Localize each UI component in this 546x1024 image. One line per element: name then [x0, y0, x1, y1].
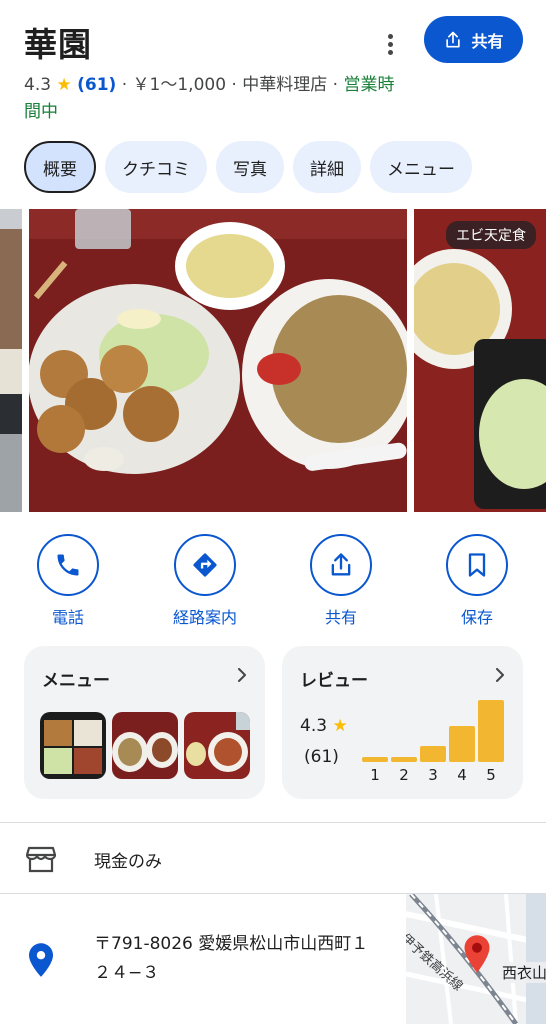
- review-rating: 4.3 ★: [300, 716, 348, 736]
- place-meta: 4.3 ★ (61) · ￥1～1,000 · 中華料理店 · 営業時間中: [24, 72, 404, 126]
- call-button[interactable]: 電話: [18, 534, 118, 628]
- star-icon: ★: [332, 716, 348, 736]
- more-options-icon[interactable]: [372, 26, 408, 62]
- share-action-label: 共有: [324, 608, 357, 627]
- save-button[interactable]: 保存: [427, 534, 527, 628]
- meta-separator: ·: [226, 75, 243, 95]
- histogram-bar-2: [391, 757, 417, 762]
- meta-separator: ·: [327, 75, 344, 95]
- photo-karaage-set[interactable]: [29, 209, 407, 512]
- review-count: (61): [304, 747, 339, 767]
- share-action-button[interactable]: 共有: [291, 534, 391, 628]
- histogram-label-5: 5: [486, 766, 496, 784]
- histogram-label-2: 2: [399, 766, 409, 784]
- histogram-label-3: 3: [428, 766, 438, 784]
- map-preview[interactable]: 伊予鉄高浜線 西衣山: [406, 894, 546, 1024]
- menu-card-title: メニュー: [42, 671, 110, 691]
- histogram-label-1: 1: [370, 766, 380, 784]
- address-row[interactable]: 〒791-8026 愛媛県松山市山西町１２４−３ 伊予鉄高浜線 西衣山: [0, 894, 546, 1024]
- review-card[interactable]: レビュー 4.3 ★ (61) 1 2 3 4 5: [282, 646, 523, 799]
- histogram-bar-5: [478, 700, 504, 762]
- histogram-bar-4: [449, 726, 475, 762]
- menu-thumbnail[interactable]: [40, 712, 106, 779]
- map-marker-icon: [464, 935, 490, 973]
- histogram-label-4: 4: [457, 766, 467, 784]
- call-label: 電話: [51, 608, 84, 627]
- review-count-link[interactable]: (61): [77, 75, 116, 95]
- directions-label: 経路案内: [172, 608, 237, 627]
- share-icon: [446, 31, 461, 48]
- share-icon: [331, 553, 351, 576]
- payment-info: 現金のみ: [94, 852, 162, 872]
- photo-street[interactable]: [0, 209, 22, 512]
- tab-reviews[interactable]: クチコミ: [105, 141, 207, 193]
- phone-icon: [57, 554, 79, 576]
- menu-thumbnail[interactable]: [184, 712, 250, 779]
- address-text: 〒791-8026 愛媛県松山市山西町１２４−３: [94, 934, 369, 983]
- histogram-bar-1: [362, 757, 388, 762]
- directions-icon: [193, 553, 217, 577]
- store-icon: [26, 846, 56, 873]
- meta-separator: ·: [116, 75, 133, 95]
- tab-photos[interactable]: 写真: [216, 141, 284, 193]
- directions-button[interactable]: 経路案内: [155, 534, 255, 628]
- tab-menu[interactable]: メニュー: [370, 141, 472, 193]
- payment-row[interactable]: 現金のみ: [0, 823, 546, 893]
- save-label: 保存: [460, 608, 493, 627]
- share-button-label: 共有: [471, 31, 504, 51]
- category[interactable]: 中華料理店: [242, 75, 327, 95]
- histogram-bar-3: [420, 746, 446, 762]
- menu-card[interactable]: メニュー: [24, 646, 265, 799]
- action-row: 電話 経路案内 共有 保存: [0, 534, 546, 634]
- price-range: ￥1～1,000: [132, 75, 227, 95]
- location-pin-icon: [29, 943, 53, 977]
- photo-caption-badge: エビ天定食: [446, 221, 536, 249]
- tab-details[interactable]: 詳細: [293, 141, 361, 193]
- place-header: 華園 共有 4.3 ★ (61) · ￥1～1,000 · 中華料理店 · 営業…: [0, 0, 546, 136]
- tab-bar: 概要 クチコミ 写真 詳細 メニュー: [24, 141, 472, 193]
- map-station-label: 西衣山: [502, 962, 546, 983]
- rating-value: 4.3: [24, 75, 52, 95]
- menu-thumbnails: [40, 712, 250, 779]
- review-card-title: レビュー: [300, 671, 368, 691]
- chevron-right-icon: [496, 668, 504, 682]
- place-title: 華園: [24, 25, 92, 64]
- chevron-right-icon: [238, 668, 246, 682]
- bookmark-icon: [468, 553, 486, 577]
- menu-thumbnail[interactable]: [112, 712, 178, 779]
- photo-ebi-ten-set[interactable]: エビ天定食: [414, 209, 546, 512]
- rating-histogram: 1 2 3 4 5: [362, 696, 508, 784]
- photo-carousel[interactable]: エビ天定食: [0, 209, 546, 512]
- tab-overview[interactable]: 概要: [24, 141, 96, 193]
- star-icon: ★: [56, 75, 72, 95]
- review-rating-value: 4.3: [300, 716, 328, 736]
- share-button[interactable]: 共有: [424, 16, 523, 63]
